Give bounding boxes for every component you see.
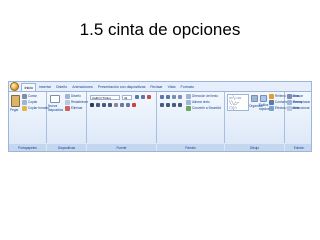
shapes-gallery[interactable]: ▭╲○▭ ╲╲△⌐ ⬡{☆ — [227, 94, 249, 111]
smartart-button[interactable]: Convertir a SmartArt — [186, 106, 221, 111]
text-direction-button[interactable]: Dirección del texto — [186, 94, 218, 99]
delete-icon — [65, 106, 70, 111]
tab-revisar[interactable]: Revisar — [148, 83, 165, 91]
align-text-icon — [186, 100, 191, 105]
replace-button[interactable]: Reemplazar — [287, 100, 310, 105]
group-label-portapapeles: Portapapeles — [9, 144, 46, 151]
tab-animaciones[interactable]: Animaciones — [70, 83, 96, 91]
reset-button[interactable]: Restablecer — [65, 100, 88, 105]
ribbon-panel: Pegar Cortar Copiar Copiar formato Porta… — [9, 91, 311, 151]
font-color-icon[interactable] — [132, 103, 136, 107]
change-case-icon[interactable] — [126, 103, 130, 107]
paste-button[interactable]: Pegar — [10, 108, 19, 113]
align-text-button[interactable]: Alinear texto — [186, 100, 210, 105]
select-label: Seleccionar — [293, 106, 310, 110]
cut-label: Cortar — [28, 94, 37, 98]
shapes-gallery-icons: ▭╲○▭ ╲╲△⌐ ⬡{☆ — [229, 95, 242, 110]
copy-button[interactable]: Copiar — [22, 100, 37, 105]
group-edicion: Buscar Reemplazar Seleccionar Edición — [285, 92, 311, 151]
numbering-icon[interactable] — [166, 95, 170, 99]
copy-label: Copiar — [28, 100, 38, 104]
copy-icon — [22, 100, 27, 105]
replace-icon — [287, 100, 292, 105]
align-text-label: Alinear texto — [192, 100, 210, 104]
format-painter-label: Copiar formato — [28, 106, 50, 110]
increase-indent-icon[interactable] — [178, 95, 182, 99]
reset-icon — [65, 100, 70, 105]
cursor-icon — [287, 106, 292, 111]
text-direction-icon — [186, 94, 191, 99]
quick-styles-button[interactable]: Estilos rápidos — [259, 103, 270, 111]
shrink-font-icon[interactable] — [141, 95, 145, 99]
group-label-parrafo: Párrafo — [157, 144, 224, 151]
spacing-icon[interactable] — [120, 103, 124, 107]
font-name-combo[interactable]: Calibri (Título) — [90, 95, 120, 100]
new-slide-button[interactable]: Nueva diapositiva — [48, 104, 64, 112]
new-slide-icon — [50, 95, 60, 103]
group-label-dibujo: Dibujo — [225, 144, 284, 151]
group-label-fuente: Fuente — [87, 144, 156, 151]
effects-icon — [269, 106, 274, 111]
fill-icon — [269, 94, 274, 99]
quick-styles-label: Estilos rápidos — [259, 103, 270, 111]
grow-font-icon[interactable] — [135, 95, 139, 99]
justify-icon[interactable] — [178, 103, 182, 107]
tab-insertar[interactable]: Insertar — [36, 83, 53, 91]
delete-label: Eliminar — [71, 106, 83, 110]
tab-diseno[interactable]: Diseño — [54, 83, 70, 91]
group-label-diapositivas: Diapositivas — [47, 144, 86, 151]
find-label: Buscar — [293, 94, 303, 98]
design-label: Diseño — [71, 94, 81, 98]
paste-icon — [11, 95, 20, 107]
align-left-icon[interactable] — [160, 103, 164, 107]
tab-presentacion[interactable]: Presentación con diapositivas — [95, 83, 148, 91]
tab-inicio[interactable]: Inicio — [21, 83, 37, 91]
office-button[interactable] — [10, 82, 19, 91]
shadow-icon[interactable] — [114, 103, 118, 107]
ribbon-tabs: Inicio Insertar Diseño Animaciones Prese… — [21, 83, 196, 91]
italic-icon[interactable] — [96, 103, 100, 107]
layout-icon — [65, 94, 70, 99]
design-button[interactable]: Diseño — [65, 94, 81, 99]
align-right-icon[interactable] — [172, 103, 176, 107]
brush-icon — [22, 106, 27, 111]
tab-vista[interactable]: Vista — [165, 83, 178, 91]
underline-icon[interactable] — [102, 103, 106, 107]
smartart-label: Convertir a SmartArt — [192, 106, 222, 110]
find-button[interactable]: Buscar — [287, 94, 303, 99]
replace-label: Reemplazar — [293, 100, 311, 104]
group-label-edicion: Edición — [285, 144, 311, 151]
new-slide-label: Nueva diapositiva — [48, 104, 64, 112]
text-direction-label: Dirección del texto — [192, 94, 219, 98]
decrease-indent-icon[interactable] — [172, 95, 176, 99]
paste-label: Pegar — [10, 108, 19, 112]
group-fuente: Calibri (Título) 44 Fuente — [87, 92, 157, 151]
tab-formato[interactable]: Formato — [178, 83, 196, 91]
reset-label: Restablecer — [71, 100, 89, 104]
cut-button[interactable]: Cortar — [22, 94, 37, 99]
group-parrafo: Dirección del texto Alinear texto Conver… — [157, 92, 225, 151]
bullets-icon[interactable] — [160, 95, 164, 99]
delete-button[interactable]: Eliminar — [65, 106, 83, 111]
smartart-icon — [186, 106, 191, 111]
group-dibujo: ▭╲○▭ ╲╲△⌐ ⬡{☆ Organizar Estilos rápidos Re… — [225, 92, 302, 151]
font-size-combo[interactable]: 44 — [122, 95, 132, 100]
group-portapapeles: Pegar Cortar Copiar Copiar formato Porta… — [9, 92, 49, 151]
arrange-icon — [251, 95, 258, 102]
group-diapositivas: Nueva diapositiva Diseño Restablecer Eli… — [47, 92, 88, 151]
clear-format-icon[interactable] — [147, 95, 151, 99]
strikethrough-icon[interactable] — [108, 103, 112, 107]
outline-icon — [269, 100, 274, 105]
align-center-icon[interactable] — [166, 103, 170, 107]
binoculars-icon — [287, 94, 292, 99]
slide-title: 1.5 cinta de opciones — [79, 20, 241, 39]
quick-styles-icon — [260, 95, 267, 102]
scissors-icon — [22, 94, 27, 99]
format-painter-button[interactable]: Copiar formato — [22, 106, 49, 111]
bold-icon[interactable] — [90, 103, 94, 107]
ribbon-screenshot: Inicio Insertar Diseño Animaciones Prese… — [8, 81, 312, 152]
select-button[interactable]: Seleccionar — [287, 106, 310, 111]
